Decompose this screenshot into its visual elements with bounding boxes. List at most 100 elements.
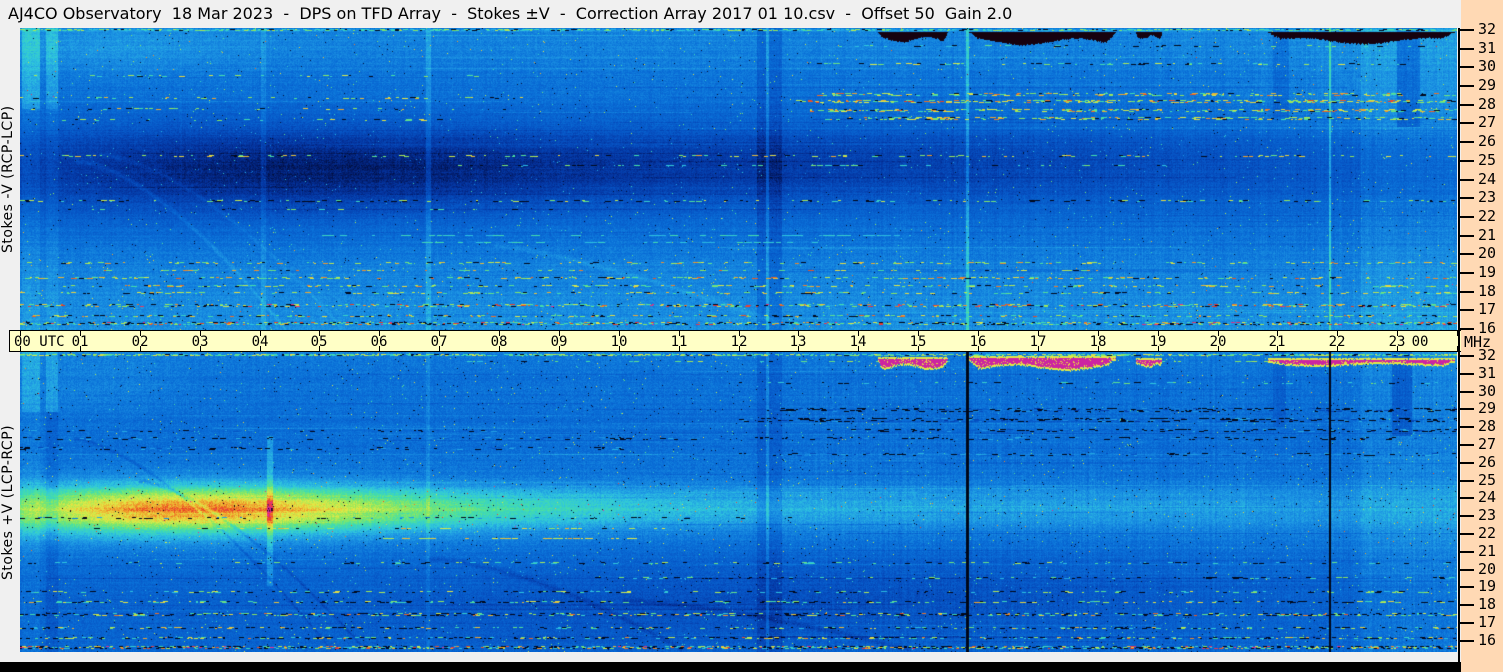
freq-tick xyxy=(1460,29,1474,31)
freq-tick xyxy=(1460,622,1474,624)
freq-label: 32 xyxy=(1478,20,1497,38)
time-label: 10 xyxy=(610,334,628,350)
freq-label: 23 xyxy=(1478,188,1497,206)
freq-label: 20 xyxy=(1478,560,1497,578)
freq-tick xyxy=(1460,85,1474,87)
freq-label: 24 xyxy=(1478,488,1497,506)
freq-tick xyxy=(1460,408,1474,410)
freq-tick xyxy=(1460,235,1474,237)
freq-tick xyxy=(1460,515,1474,517)
time-label: 11 xyxy=(670,334,688,350)
freq-label: 19 xyxy=(1478,577,1497,595)
time-label: 17 xyxy=(1029,334,1047,350)
freq-tick xyxy=(1460,426,1474,428)
freq-tick xyxy=(1460,328,1474,330)
time-label: 19 xyxy=(1149,334,1167,350)
time-label: 06 xyxy=(370,334,388,350)
time-label: 02 xyxy=(131,334,149,350)
freq-label: 16 xyxy=(1478,319,1497,337)
bottom-panel-axis-label: Stokes +V (LCP-RCP) xyxy=(0,424,16,580)
freq-tick xyxy=(1460,462,1474,464)
time-label-end: 00 xyxy=(1411,334,1429,350)
time-label: 16 xyxy=(969,334,987,350)
freq-label: 31 xyxy=(1478,39,1497,57)
freq-label: 26 xyxy=(1478,453,1497,471)
freq-tick xyxy=(1460,355,1474,357)
freq-label: 25 xyxy=(1478,151,1497,169)
freq-label: 17 xyxy=(1478,300,1497,318)
time-label: 18 xyxy=(1089,334,1107,350)
freq-tick xyxy=(1460,444,1474,446)
freq-label: 18 xyxy=(1478,282,1497,300)
freq-tick xyxy=(1460,197,1474,199)
freq-label: 21 xyxy=(1478,226,1497,244)
top-panel-axis-label: Stokes -V (RCP-LCP) xyxy=(0,105,16,253)
time-label: 14 xyxy=(849,334,867,350)
freq-tick xyxy=(1460,480,1474,482)
freq-label: 16 xyxy=(1478,631,1497,649)
time-label: 07 xyxy=(430,334,448,350)
freq-tick xyxy=(1460,66,1474,68)
freq-tick xyxy=(1460,291,1474,293)
freq-tick xyxy=(1460,497,1474,499)
freq-tick xyxy=(1460,551,1474,553)
freq-tick xyxy=(1460,309,1474,311)
time-label: 08 xyxy=(490,334,508,350)
time-tick xyxy=(1457,331,1458,336)
freq-label: 19 xyxy=(1478,263,1497,281)
freq-tick xyxy=(1460,586,1474,588)
freq-tick xyxy=(1460,253,1474,255)
freq-tick xyxy=(1460,160,1474,162)
top-panel-spectrogram xyxy=(20,28,1457,330)
time-label: 20 xyxy=(1209,334,1227,350)
freq-label: 22 xyxy=(1478,524,1497,542)
freq-label: 27 xyxy=(1478,113,1497,131)
freq-label: 22 xyxy=(1478,207,1497,225)
time-label: 22 xyxy=(1328,334,1346,350)
freq-label: 25 xyxy=(1478,471,1497,489)
freq-label: 18 xyxy=(1478,595,1497,613)
spectrograph-page: AJ4CO Observatory 18 Mar 2023 - DPS on T… xyxy=(0,0,1503,672)
freq-label: 27 xyxy=(1478,435,1497,453)
freq-tick xyxy=(1460,141,1474,143)
freq-label: 29 xyxy=(1478,399,1497,417)
page-title: AJ4CO Observatory 18 Mar 2023 - DPS on T… xyxy=(8,4,1013,23)
freq-label: 26 xyxy=(1478,132,1497,150)
freq-tick xyxy=(1460,604,1474,606)
freq-label: 30 xyxy=(1478,382,1497,400)
freq-label: 29 xyxy=(1478,76,1497,94)
freq-tick xyxy=(1460,104,1474,106)
freq-label: 24 xyxy=(1478,170,1497,188)
freq-label: 28 xyxy=(1478,417,1497,435)
freq-tick xyxy=(1460,216,1474,218)
time-label: 05 xyxy=(310,334,328,350)
freq-label: 23 xyxy=(1478,506,1497,524)
freq-tick xyxy=(1460,48,1474,50)
freq-label: 28 xyxy=(1478,95,1497,113)
freq-tick xyxy=(1460,391,1474,393)
time-label: 21 xyxy=(1268,334,1286,350)
freq-tick xyxy=(1460,272,1474,274)
freq-label: 32 xyxy=(1478,346,1497,364)
freq-tick xyxy=(1460,640,1474,642)
freq-tick xyxy=(1460,569,1474,571)
freq-tick xyxy=(1460,179,1474,181)
freq-label: 30 xyxy=(1478,57,1497,75)
freq-label: 31 xyxy=(1478,364,1497,382)
freq-tick xyxy=(1460,122,1474,124)
time-label: 13 xyxy=(789,334,807,350)
bottom-black-bar xyxy=(0,662,1461,672)
time-label: 15 xyxy=(909,334,927,350)
time-label: 09 xyxy=(550,334,568,350)
freq-label: 20 xyxy=(1478,244,1497,262)
time-tick xyxy=(1457,346,1458,351)
time-label: 12 xyxy=(730,334,748,350)
time-label: 04 xyxy=(251,334,269,350)
freq-tick xyxy=(1460,533,1474,535)
freq-label: 21 xyxy=(1478,542,1497,560)
time-label: 01 xyxy=(71,334,89,350)
time-label: 03 xyxy=(191,334,209,350)
bottom-panel-spectrogram xyxy=(20,352,1457,652)
freq-tick xyxy=(1460,373,1474,375)
freq-label: 17 xyxy=(1478,613,1497,631)
